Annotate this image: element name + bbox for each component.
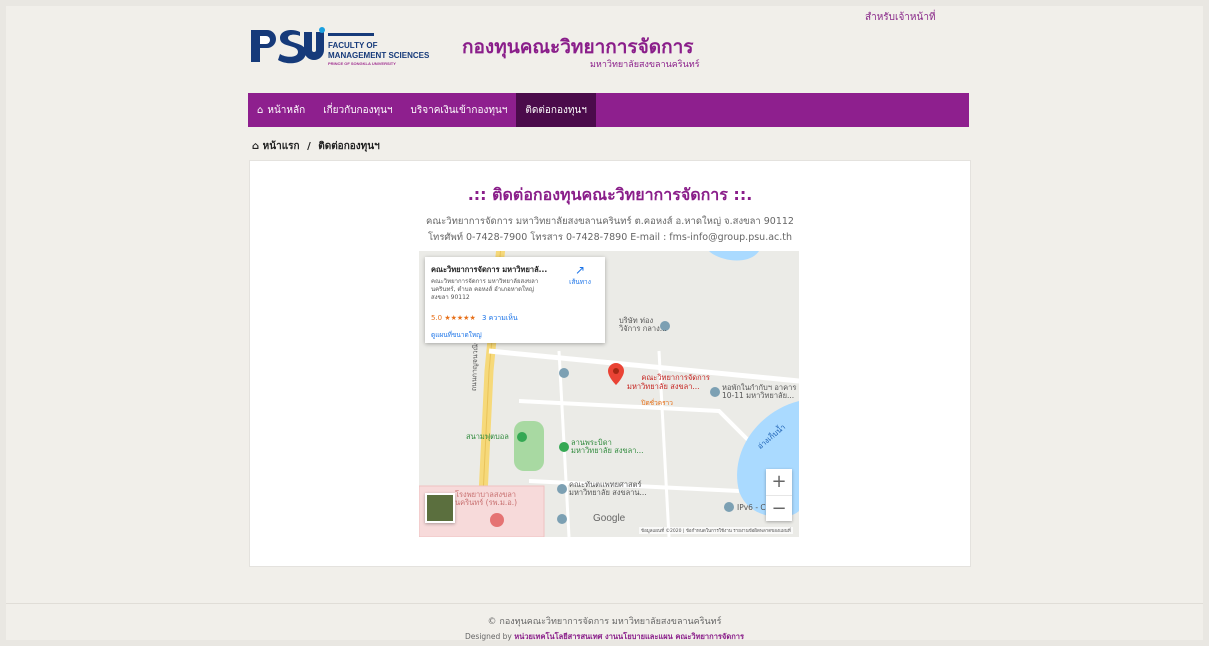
- map-label-dentistry: คณะทันตแพทยศาสตร์ มหาวิทยาลัย สงขลาน...: [569, 480, 647, 498]
- nav-item-label: ติดต่อกองทุนฯ: [525, 104, 587, 116]
- content-card: .:: ติดต่อกองทุนคณะวิทยาการจัดการ ::. คณ…: [249, 160, 971, 567]
- main-nav: ⌂ หน้าหลัก เกี่ยวกับกองทุนฯ บริจาคเงินเข…: [248, 93, 969, 127]
- zoom-control: + −: [766, 469, 792, 521]
- place-info-card: คณะวิทยาการจัดการ มหาวิทยาลั... คณะวิทยา…: [425, 257, 605, 343]
- place-rating: 5.0 ★★★★★ 3 ความเห็น: [431, 313, 518, 324]
- contact-address: คณะวิทยาการจัดการ มหาวิทยาลัยสงขลานครินท…: [426, 216, 794, 227]
- psu-logo-icon: [251, 27, 325, 64]
- map-attribution[interactable]: ข้อมูลแผนที่ ©2020 | ข้อกำหนดในการใช้งาน…: [639, 527, 793, 534]
- logo-bar-icon: [328, 33, 374, 36]
- staff-link[interactable]: สำหรับเจ้าหน้าที่: [865, 10, 936, 25]
- map-label-main-pin[interactable]: คณะวิทยาการจัดการ มหาวิทยาลัย สงขลา... ป…: [627, 366, 710, 416]
- nav-item-contact[interactable]: ติดต่อกองทุนฯ: [516, 93, 596, 127]
- zoom-out-button[interactable]: −: [766, 495, 792, 522]
- faculty-logo[interactable]: FACULTY OF MANAGEMENT SCIENCES PRINCE OF…: [248, 26, 438, 68]
- directions-button[interactable]: ↗ เส้นทาง: [565, 263, 595, 287]
- google-logo: Google: [593, 513, 626, 524]
- logo-text: FACULTY OF MANAGEMENT SCIENCES PRINCE OF…: [328, 33, 429, 66]
- map-label-stadium: สนามฟุตบอล: [466, 432, 509, 441]
- main-pin-status: ปิดชั่วคราว: [641, 399, 673, 407]
- main-pin-name: คณะวิทยาการจัดการ มหาวิทยาลัย สงขลา...: [627, 373, 710, 391]
- logo-line-3: PRINCE OF SONGKLA UNIVERSITY: [328, 61, 396, 66]
- nav-item-donate[interactable]: บริจาคเงินเข้ากองทุนฯ: [402, 93, 517, 127]
- zoom-in-button[interactable]: +: [766, 469, 792, 495]
- nav-item-label: หน้าหลัก: [267, 104, 306, 116]
- site-subtitle: มหาวิทยาลัยสงขลานครินทร์: [590, 60, 700, 70]
- logo-line-1: FACULTY OF: [328, 41, 378, 50]
- nav-item-home[interactable]: ⌂ หน้าหลัก: [248, 93, 314, 127]
- home-icon: ⌂: [252, 141, 260, 152]
- breadcrumb-current: ติดต่อกองทุนฯ: [318, 141, 380, 152]
- nav-item-about[interactable]: เกี่ยวกับกองทุนฯ: [314, 93, 401, 127]
- breadcrumb-separator: /: [307, 141, 311, 152]
- map-label-hospital: โรงพยาบาลสงขลา นครินทร์ (รพ.ม.อ.): [455, 490, 518, 508]
- google-map[interactable]: บริษัท ท่อง วิจัการ กลาง... ถนนกาญจนวณิช…: [419, 251, 799, 537]
- logo-line-2: MANAGEMENT SCIENCES: [328, 51, 430, 60]
- footer-divider: [6, 603, 1203, 604]
- nav-item-label: เกี่ยวกับกองทุนฯ: [323, 104, 393, 116]
- reviews-link[interactable]: 3 ความเห็น: [482, 314, 518, 322]
- satellite-toggle[interactable]: [425, 493, 455, 523]
- footer-credits: Designed by หน่วยเทคโนโลยีสารสนเทศ งานนโ…: [0, 631, 1209, 643]
- place-title: คณะวิทยาการจัดการ มหาวิทยาลั...: [431, 265, 548, 274]
- nav-item-label: บริจาคเงินเข้ากองทุนฯ: [410, 104, 508, 116]
- place-address: คณะวิทยาการจัดการ มหาวิทยาลัยสงขลานครินท…: [431, 278, 539, 302]
- home-icon: ⌂: [257, 104, 264, 116]
- page-title: .:: ติดต่อกองทุนคณะวิทยาการจัดการ ::.: [467, 185, 753, 204]
- directions-label: เส้นทาง: [569, 278, 591, 286]
- directions-icon: ↗: [574, 263, 586, 277]
- designer-link[interactable]: หน่วยเทคโนโลยีสารสนเทศ งานนโยบายและแผน ค…: [514, 632, 744, 641]
- breadcrumb: ⌂ หน้าแรก / ติดต่อกองทุนฯ: [252, 139, 380, 154]
- map-label-company: บริษัท ท่อง วิจัการ กลาง...: [619, 316, 667, 334]
- map-label-dorm: หอพักในกำกับฯ อาคาร 10-11 มหาวิทยาลัย...: [722, 383, 797, 401]
- larger-map-link[interactable]: ดูแผนที่ขนาดใหญ่: [431, 330, 482, 340]
- footer-copyright: © กองทุนคณะวิทยาการจัดการ มหาวิทยาลัยสงข…: [487, 617, 722, 627]
- map-label-plaza: ลานพระบิดา มหาวิทยาลัย สงขลา...: [571, 438, 644, 456]
- designed-prefix: Designed by: [465, 632, 512, 641]
- breadcrumb-home-link[interactable]: หน้าแรก: [263, 141, 300, 152]
- rating-stars: 5.0 ★★★★★: [431, 314, 476, 322]
- map-label-ipv6: IPv6 - C: [737, 503, 766, 512]
- contact-phone: โทรศัพท์ 0-7428-7900 โทรสาร 0-7428-7890 …: [427, 232, 793, 243]
